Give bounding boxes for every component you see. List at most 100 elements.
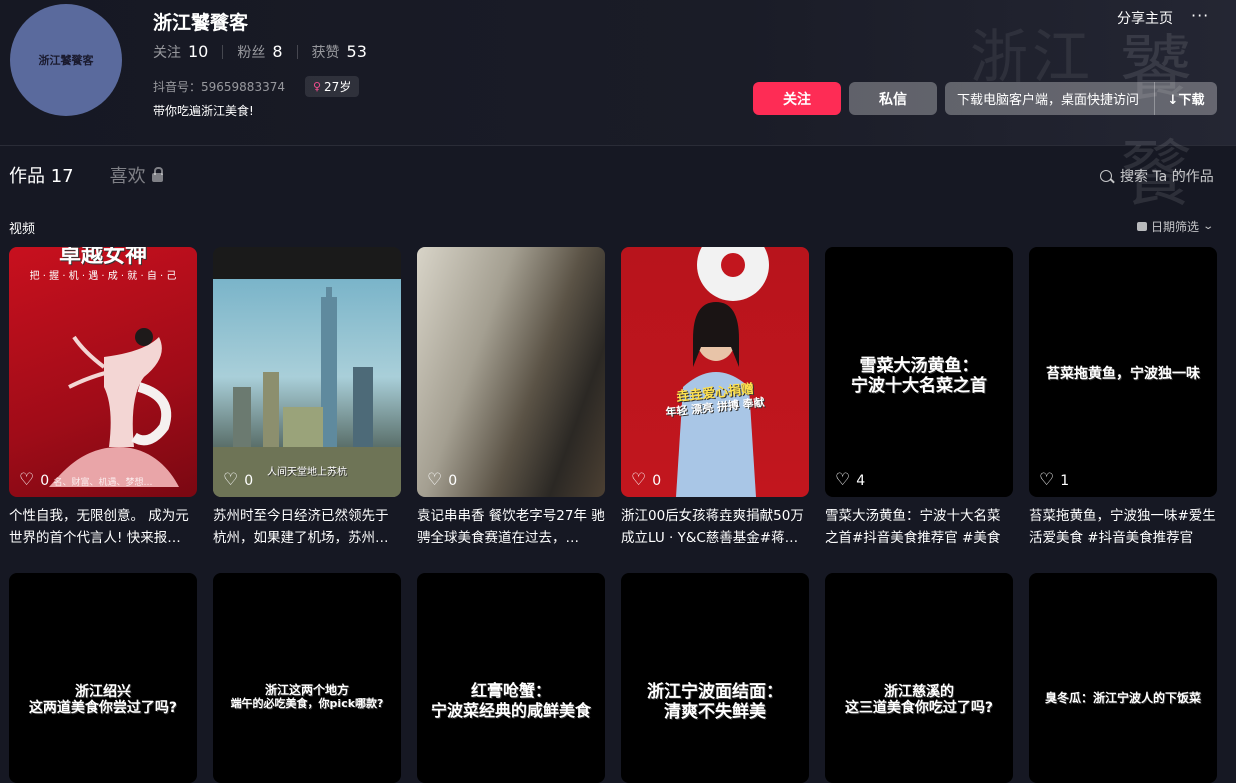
fans-label: 粉丝 xyxy=(237,45,266,61)
avatar[interactable]: 浙江饕餮客 xyxy=(10,4,122,116)
fans-stat[interactable]: 粉丝 8 xyxy=(237,42,282,62)
video-card[interactable]: 浙江慈溪的 这三道美食你吃过了吗? xyxy=(825,573,1013,783)
download-client-banner[interactable]: 下载电脑客户端，桌面快捷访问 ↓下载 xyxy=(945,82,1217,115)
video-thumbnail[interactable]: 卓越女神 把 · 握 · 机 · 遇 · 成 · 就 · 自 · 己 名、财富、… xyxy=(9,247,197,497)
video-card[interactable]: 浙江绍兴 这两道美食你尝过了吗? xyxy=(9,573,197,783)
like-count-value: 0 xyxy=(652,472,662,489)
video-thumbnail[interactable]: 浙江这两个地方 端午的必吃美食，你pick哪款? xyxy=(213,573,401,783)
video-card[interactable]: 雪菜大汤黄鱼： 宁波十大名菜之首 ♡ 4 雪菜大汤黄鱼：宁波十大名菜之首#抖音美食… xyxy=(825,247,1013,549)
video-thumbnail[interactable]: 浙江慈溪的 这三道美食你吃过了吗? xyxy=(825,573,1013,783)
download-button[interactable]: ↓下载 xyxy=(1154,82,1217,115)
bio: 带你吃遍浙江美食! xyxy=(153,104,254,118)
likes-stat: 获赞 53 xyxy=(312,42,367,62)
heart-icon: ♡ xyxy=(223,470,239,490)
share-profile-button[interactable]: 分享主页 xyxy=(1117,8,1173,28)
thumbnail-caption: 臭冬瓜：浙江宁波人的下饭菜 xyxy=(1044,691,1201,705)
likes-count: 53 xyxy=(346,42,367,61)
like-count: ♡ 4 xyxy=(835,472,865,489)
download-client-text: 下载电脑客户端，桌面快捷访问 xyxy=(957,93,1140,108)
avatar-text: 浙江饕餮客 xyxy=(38,54,94,67)
divider xyxy=(222,45,224,59)
profile-stats: 关注 10 粉丝 8 获赞 53 xyxy=(153,42,367,62)
nickname: 浙江饕餮客 xyxy=(153,12,249,34)
heart-icon: ♡ xyxy=(19,470,35,490)
heart-icon: ♡ xyxy=(427,470,443,490)
fans-count: 8 xyxy=(272,42,283,61)
like-count: ♡ 1 xyxy=(1039,472,1069,489)
speaker-image xyxy=(676,247,769,497)
video-description[interactable]: 个性自我，无限创意。 成为元世界的首个代言人! 快来报… xyxy=(9,505,197,549)
video-description[interactable]: 袁记串串香 餐饮老字号27年 驰骋全球美食赛道在过去，… xyxy=(417,505,605,549)
heart-icon: ♡ xyxy=(631,470,647,490)
video-card[interactable]: 浙江宁波面结面： 清爽不失鲜美 xyxy=(621,573,809,783)
search-works[interactable]: 搜索 Ta 的作品 xyxy=(1100,166,1214,186)
video-thumbnail[interactable]: 浙江绍兴 这两道美食你尝过了吗? xyxy=(9,573,197,783)
more-icon[interactable]: ··· xyxy=(1191,6,1209,25)
lock-icon xyxy=(151,166,163,182)
profile-header: 浙江 饕餮 浙江饕餮客 浙江饕餮客 关注 10 粉丝 8 获赞 53 抖音号：5… xyxy=(0,0,1236,216)
likes-label: 获赞 xyxy=(311,45,340,61)
like-count: ♡ 0 xyxy=(19,472,49,489)
divider xyxy=(296,45,298,59)
video-card[interactable]: 红膏呛蟹： 宁波菜经典的咸鲜美食 xyxy=(417,573,605,783)
video-card[interactable]: 苔菜拖黄鱼，宁波独一味 ♡ 1 苔菜拖黄鱼，宁波独一味#爱生活爱美食 #抖音美食推… xyxy=(1029,247,1217,549)
thumbnail-caption: 把 · 握 · 机 · 遇 · 成 · 就 · 自 · 己 xyxy=(29,271,177,282)
video-card[interactable]: 垚垚爱心捐赠 年轻 漂亮 拼搏 奉献 ♡ 0 浙江00后女孩蒋垚爽捐献50万成立L… xyxy=(621,247,809,549)
following-count: 10 xyxy=(188,42,209,61)
thumbnail-caption: 清爽不失鲜美 xyxy=(664,702,766,722)
video-card[interactable]: 人间天堂地上苏杭 ♡ 0 苏州时至今日经济已然领先于杭州，如果建了机场，苏州… xyxy=(213,247,401,549)
video-thumbnail[interactable]: 苔菜拖黄鱼，宁波独一味 ♡ 1 xyxy=(1029,247,1217,497)
chevron-down-icon: ⌄ xyxy=(1202,221,1215,232)
heart-icon: ♡ xyxy=(835,470,851,490)
video-thumbnail[interactable]: 垚垚爱心捐赠 年轻 漂亮 拼搏 奉献 ♡ 0 xyxy=(621,247,809,497)
video-thumbnail[interactable]: 臭冬瓜：浙江宁波人的下饭菜 xyxy=(1029,573,1217,783)
heart-icon: ♡ xyxy=(1039,470,1055,490)
thumbnail-caption: 宁波菜经典的咸鲜美食 xyxy=(430,701,591,720)
video-card[interactable]: 浙江这两个地方 端午的必吃美食，你pick哪款? xyxy=(213,573,401,783)
tab-likes[interactable]: 喜欢 xyxy=(110,162,163,188)
video-description[interactable]: 雪菜大汤黄鱼：宁波十大名菜之首#抖音美食推荐官 #美食 xyxy=(825,505,1013,549)
douyin-id: 抖音号：59659883374 xyxy=(153,80,285,94)
tab-works[interactable]: 作品 17 xyxy=(9,162,74,188)
date-filter[interactable]: 日期筛选 ⌄ xyxy=(1137,218,1215,235)
following-stat[interactable]: 关注 10 xyxy=(153,42,208,62)
like-count: ♡ 0 xyxy=(223,472,253,489)
like-count-value: 4 xyxy=(856,472,866,489)
video-thumbnail[interactable]: ♡ 0 xyxy=(417,247,605,497)
thumbnail-caption: 这三道美食你吃过了吗? xyxy=(844,700,994,716)
like-count-value: 0 xyxy=(244,472,254,489)
like-count-value: 0 xyxy=(448,472,458,489)
search-placeholder: 搜索 Ta 的作品 xyxy=(1120,169,1214,185)
header-background-decoration-2: 饕餮 xyxy=(1120,27,1193,216)
video-card[interactable]: 卓越女神 把 · 握 · 机 · 遇 · 成 · 就 · 自 · 己 名、财富、… xyxy=(9,247,197,549)
section-title: 视频 xyxy=(9,222,36,237)
video-thumbnail[interactable]: 雪菜大汤黄鱼： 宁波十大名菜之首 ♡ 4 xyxy=(825,247,1013,497)
female-icon: ♀ xyxy=(312,80,322,93)
thumbnail-caption: 卓越女神 xyxy=(58,247,147,268)
like-count: ♡ 0 xyxy=(631,472,661,489)
video-description[interactable]: 苔菜拖黄鱼，宁波独一味#爱生活爱美食 #抖音美食推荐官 xyxy=(1029,505,1217,549)
tab-likes-label: 喜欢 xyxy=(109,166,146,187)
like-count-value: 0 xyxy=(40,472,50,489)
video-description[interactable]: 浙江00后女孩蒋垚爽捐献50万成立LU · Y&C慈善基金#蒋… xyxy=(621,505,809,549)
calendar-icon xyxy=(1137,222,1147,231)
video-card[interactable]: ♡ 0 袁记串串香 餐饮老字号27年 驰骋全球美食赛道在过去，… xyxy=(417,247,605,549)
video-thumbnail[interactable]: 红膏呛蟹： 宁波菜经典的咸鲜美食 xyxy=(417,573,605,783)
video-thumbnail[interactable]: 浙江宁波面结面： 清爽不失鲜美 xyxy=(621,573,809,783)
video-description[interactable]: 苏州时至今日经济已然领先于杭州，如果建了机场，苏州… xyxy=(213,505,401,549)
message-button[interactable]: 私信 xyxy=(849,82,937,115)
age-text: 27岁 xyxy=(324,80,352,94)
follow-button[interactable]: 关注 xyxy=(753,82,841,115)
like-count: ♡ 0 xyxy=(427,472,457,489)
dancer-figure xyxy=(49,328,179,487)
thumbnail-caption: 端午的必吃美食，你pick哪款? xyxy=(230,697,384,710)
video-card[interactable]: 臭冬瓜：浙江宁波人的下饭菜 xyxy=(1029,573,1217,783)
like-count-value: 1 xyxy=(1060,472,1070,489)
search-icon xyxy=(1100,170,1112,182)
profile-tabs: 作品 17 喜欢 xyxy=(9,162,163,188)
video-thumbnail[interactable]: 人间天堂地上苏杭 ♡ 0 xyxy=(213,247,401,497)
profile-meta: 抖音号：59659883374 ♀ 27岁 xyxy=(153,76,360,97)
thumbnail-caption: 宁波十大名菜之首 xyxy=(851,376,987,396)
thumbnail-caption: 苔菜拖黄鱼，宁波独一味 xyxy=(1046,366,1200,382)
following-label: 关注 xyxy=(153,45,181,61)
